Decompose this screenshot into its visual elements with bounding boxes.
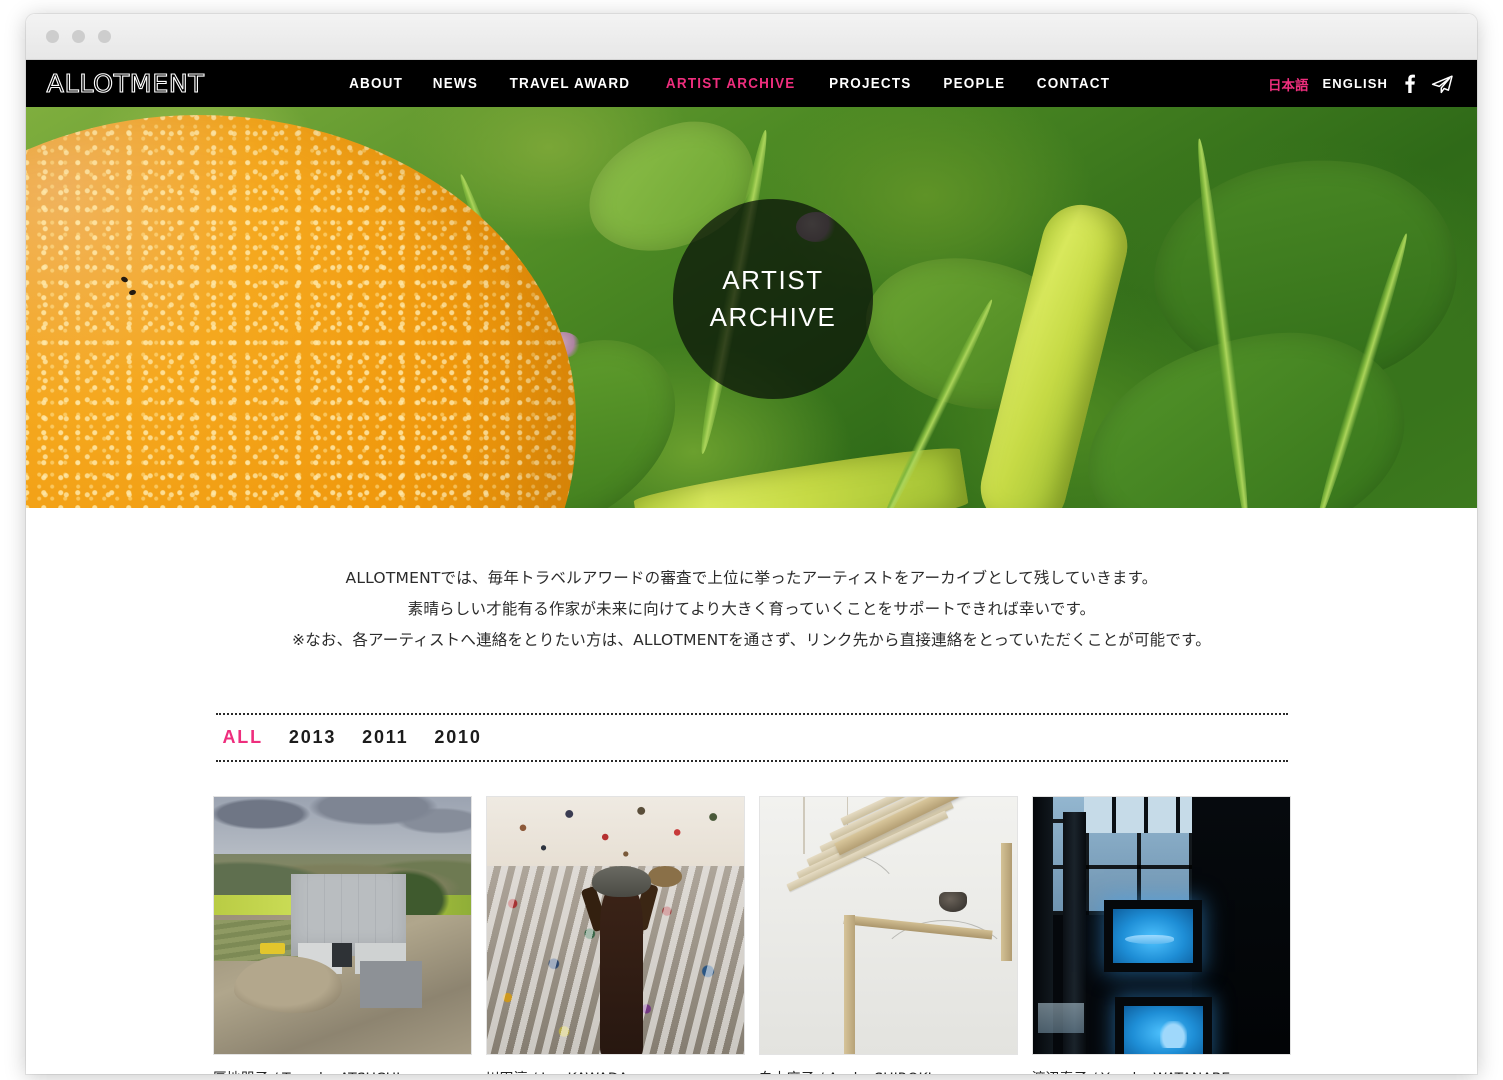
filter-all[interactable]: ALL: [223, 727, 263, 748]
hero-title-line-1: ARTIST: [722, 265, 824, 296]
nav-item-people[interactable]: PEOPLE: [943, 76, 1005, 92]
intro-line-1: ALLOTMENTでは、毎年トラベルアワードの審査で上位に挙ったアーティストをア…: [345, 569, 1158, 587]
header-utility-area: 日本語 ENGLISH: [1268, 74, 1465, 94]
artist-card[interactable]: 渡辺泰子 / Yasuko WATANABE: [1031, 796, 1291, 1074]
artist-card[interactable]: 厚地朋子 / Tomoko ATSUCHI: [212, 796, 472, 1074]
filter-2011[interactable]: 2011: [362, 727, 408, 748]
artist-name: 渡辺泰子 / Yasuko WATANABE: [1032, 1068, 1291, 1074]
nav-item-news[interactable]: NEWS: [432, 76, 477, 92]
nav-item-about[interactable]: ABOUT: [349, 76, 403, 92]
site-header: ALLOTMENT ABOUT NEWS TRAVEL AWARD ARTIST…: [26, 60, 1477, 107]
window-close-button[interactable]: [46, 30, 59, 43]
hero-title-line-2: ARCHIVE: [709, 302, 837, 332]
year-filter-bar: ALL 2013 2011 2010: [215, 713, 1288, 762]
nav-item-contact[interactable]: CONTACT: [1036, 76, 1109, 92]
send-icon[interactable]: [1431, 74, 1453, 94]
site-logo[interactable]: ALLOTMENT: [38, 70, 205, 96]
language-switch-english[interactable]: ENGLISH: [1323, 76, 1388, 91]
artist-card[interactable]: 川田淳 / Jun KAWADA: [485, 796, 745, 1074]
artist-thumbnail[interactable]: [1031, 796, 1291, 1055]
browser-window: ALLOTMENT ABOUT NEWS TRAVEL AWARD ARTIST…: [26, 14, 1477, 1074]
window-zoom-button[interactable]: [98, 30, 111, 43]
hero-banner: ARTIST ARCHIVE: [26, 107, 1477, 508]
artist-name: 厚地朋子 / Tomoko ATSUCHI: [213, 1068, 472, 1074]
artist-thumbnail[interactable]: [212, 796, 472, 1055]
artist-card[interactable]: 白木麻子 / Asako SHIROKI: [758, 796, 1018, 1074]
browser-titlebar: [26, 14, 1477, 60]
filter-2013[interactable]: 2013: [289, 727, 336, 748]
intro-line-2: 素晴らしい才能有る作家が未来に向けてより大きく育っていくことをサポートできれば幸…: [407, 600, 1096, 618]
intro-text: ALLOTMENTでは、毎年トラベルアワードの審査で上位に挙ったアーティストをア…: [26, 563, 1477, 656]
intro-line-3: ※なお、各アーティストへ連絡をとりたい方は、ALLOTMENTを通さず、リンク先…: [292, 631, 1211, 649]
nav-item-travel-award[interactable]: TRAVEL AWARD: [510, 76, 631, 92]
language-switch-japanese[interactable]: 日本語: [1268, 74, 1309, 94]
artist-name: 川田淳 / Jun KAWADA: [486, 1068, 745, 1074]
year-filter-list: ALL 2013 2011 2010: [223, 727, 1281, 748]
main-navigation: ABOUT NEWS TRAVEL AWARD ARTIST ARCHIVE P…: [347, 76, 1113, 92]
nav-item-projects[interactable]: PROJECTS: [829, 76, 911, 92]
artist-grid: 厚地朋子 / Tomoko ATSUCHI 川田淳 / Jun KAWADA: [212, 796, 1291, 1074]
nav-item-artist-archive[interactable]: ARTIST ARCHIVE: [666, 76, 796, 92]
window-minimize-button[interactable]: [72, 30, 85, 43]
artist-name: 白木麻子 / Asako SHIROKI: [759, 1068, 1018, 1074]
hero-title-badge[interactable]: ARTIST ARCHIVE: [673, 199, 873, 399]
page-content: ALLOTMENTでは、毎年トラベルアワードの審査で上位に挙ったアーティストをア…: [26, 508, 1477, 1074]
filter-2010[interactable]: 2010: [434, 727, 481, 748]
facebook-icon[interactable]: [1402, 74, 1417, 94]
artist-thumbnail[interactable]: [485, 796, 745, 1055]
artist-thumbnail[interactable]: [758, 796, 1018, 1055]
